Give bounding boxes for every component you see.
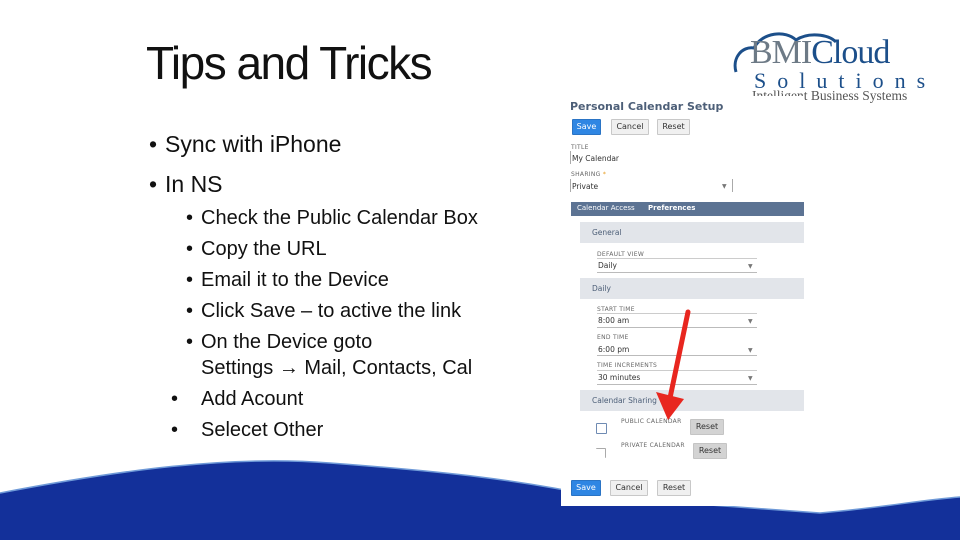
chevron-down-icon[interactable]: ▼ <box>748 375 753 382</box>
save-button[interactable]: Save <box>572 119 601 135</box>
bullet-icon: • <box>171 419 179 441</box>
bullet-text: Check the Public Calendar Box <box>201 207 478 229</box>
bullet-text: Sync with iPhone <box>165 131 342 157</box>
sub-bullet-item: • Copy the URL <box>186 236 478 262</box>
bullet-text: On the Device goto <box>201 331 373 353</box>
start-time-value: 8:00 am <box>598 316 630 325</box>
section-title: Calendar Sharing <box>592 396 657 405</box>
bullet-item: • Selecet Other <box>171 417 478 443</box>
default-view-value: Daily <box>598 261 617 270</box>
chevron-down-icon[interactable]: ▼ <box>748 347 753 354</box>
chevron-down-icon[interactable]: ▼ <box>722 183 727 190</box>
reset-button[interactable]: Reset <box>657 119 690 135</box>
public-calendar-label: PUBLIC CALENDAR <box>621 418 682 425</box>
main-bullet-list: • Sync with iPhone • In NS <box>149 128 341 208</box>
bullet-icon: • <box>186 269 194 291</box>
bullet-text: Add Acount <box>201 388 304 410</box>
tab-calendar-access[interactable]: Calendar Access <box>577 204 635 212</box>
bullet-icon: • <box>186 331 194 353</box>
bullet-item: • Sync with iPhone <box>149 128 341 168</box>
default-view-label: DEFAULT VIEW <box>597 251 645 258</box>
logo-cloud: Cloud <box>811 34 890 71</box>
logo-bmi: BMI <box>750 34 812 71</box>
bullet-icon: • <box>186 300 194 322</box>
bullet-text: Copy the URL <box>201 238 327 260</box>
bullet-icon: • <box>186 238 194 260</box>
chevron-down-icon[interactable]: ▼ <box>748 318 753 325</box>
required-asterisk: * <box>602 171 607 178</box>
chevron-down-icon[interactable]: ▼ <box>748 263 753 270</box>
bullet-icon: • <box>186 207 194 229</box>
tab-preferences[interactable]: Preferences <box>648 204 695 212</box>
section-calendar-sharing: Calendar Sharing <box>580 390 804 411</box>
calendar-setup-screenshot: Personal Calendar Setup Save Cancel Rese… <box>561 96 804 506</box>
bullet-continuation: Settings → Mail, Contacts, Cal <box>201 357 473 379</box>
sub-bullet-item: • Check the Public Calendar Box <box>186 205 478 231</box>
page-title: Personal Calendar Setup <box>570 100 724 113</box>
sub-bullet-item: • On the Device goto Settings → Mail, Cont… <box>186 329 478 381</box>
title-label: TITLE <box>571 144 589 151</box>
bullet-text: In NS <box>165 171 223 197</box>
sharing-label: SHARING * <box>571 171 606 178</box>
bullet-text: Selecet Other <box>201 419 324 441</box>
bullet-item: • Add Acount <box>171 386 478 412</box>
section-daily: Daily <box>580 278 804 299</box>
section-title: Daily <box>592 284 611 293</box>
tab-bar: Calendar Access Preferences <box>571 202 804 216</box>
sharing-value: Private <box>572 182 599 191</box>
bullet-icon: • <box>171 388 179 410</box>
section-general: General <box>580 222 804 243</box>
sub-bullet-item: • Email it to the Device <box>186 267 478 293</box>
sub-bullet-item: • Click Save – to active the link <box>186 298 478 324</box>
default-view-select[interactable] <box>597 258 757 273</box>
cancel-button[interactable]: Cancel <box>611 119 649 135</box>
private-calendar-checkbox[interactable] <box>596 448 606 458</box>
time-increments-label: TIME INCREMENTS <box>597 362 658 369</box>
private-reset-button[interactable]: Reset <box>693 443 727 459</box>
end-time-label: END TIME <box>597 334 629 341</box>
sharing-label-text: SHARING <box>571 171 601 178</box>
private-calendar-label: PRIVATE CALENDAR <box>621 442 685 449</box>
bullet-text: Click Save – to active the link <box>201 300 462 322</box>
bullet-icon: • <box>149 131 158 157</box>
bottom-cancel-button[interactable]: Cancel <box>610 480 648 496</box>
public-calendar-checkbox[interactable] <box>596 423 607 434</box>
bullet-item: • In NS <box>149 168 341 208</box>
bullet-text: Email it to the Device <box>201 269 389 291</box>
end-time-value: 6:00 pm <box>598 345 630 354</box>
start-time-label: START TIME <box>597 306 635 313</box>
logo-wordmark: BMICloud <box>750 34 890 72</box>
slide-title: Tips and Tricks <box>146 37 433 89</box>
time-increments-value: 30 minutes <box>598 373 641 382</box>
title-value: My Calendar <box>572 154 620 163</box>
public-reset-button[interactable]: Reset <box>690 419 724 435</box>
sub-bullet-list: • Check the Public Calendar Box • Copy the… <box>171 205 478 448</box>
bottom-reset-button[interactable]: Reset <box>657 480 691 496</box>
section-title: General <box>592 228 622 237</box>
bottom-save-button[interactable]: Save <box>571 480 601 496</box>
bullet-icon: • <box>149 171 158 197</box>
